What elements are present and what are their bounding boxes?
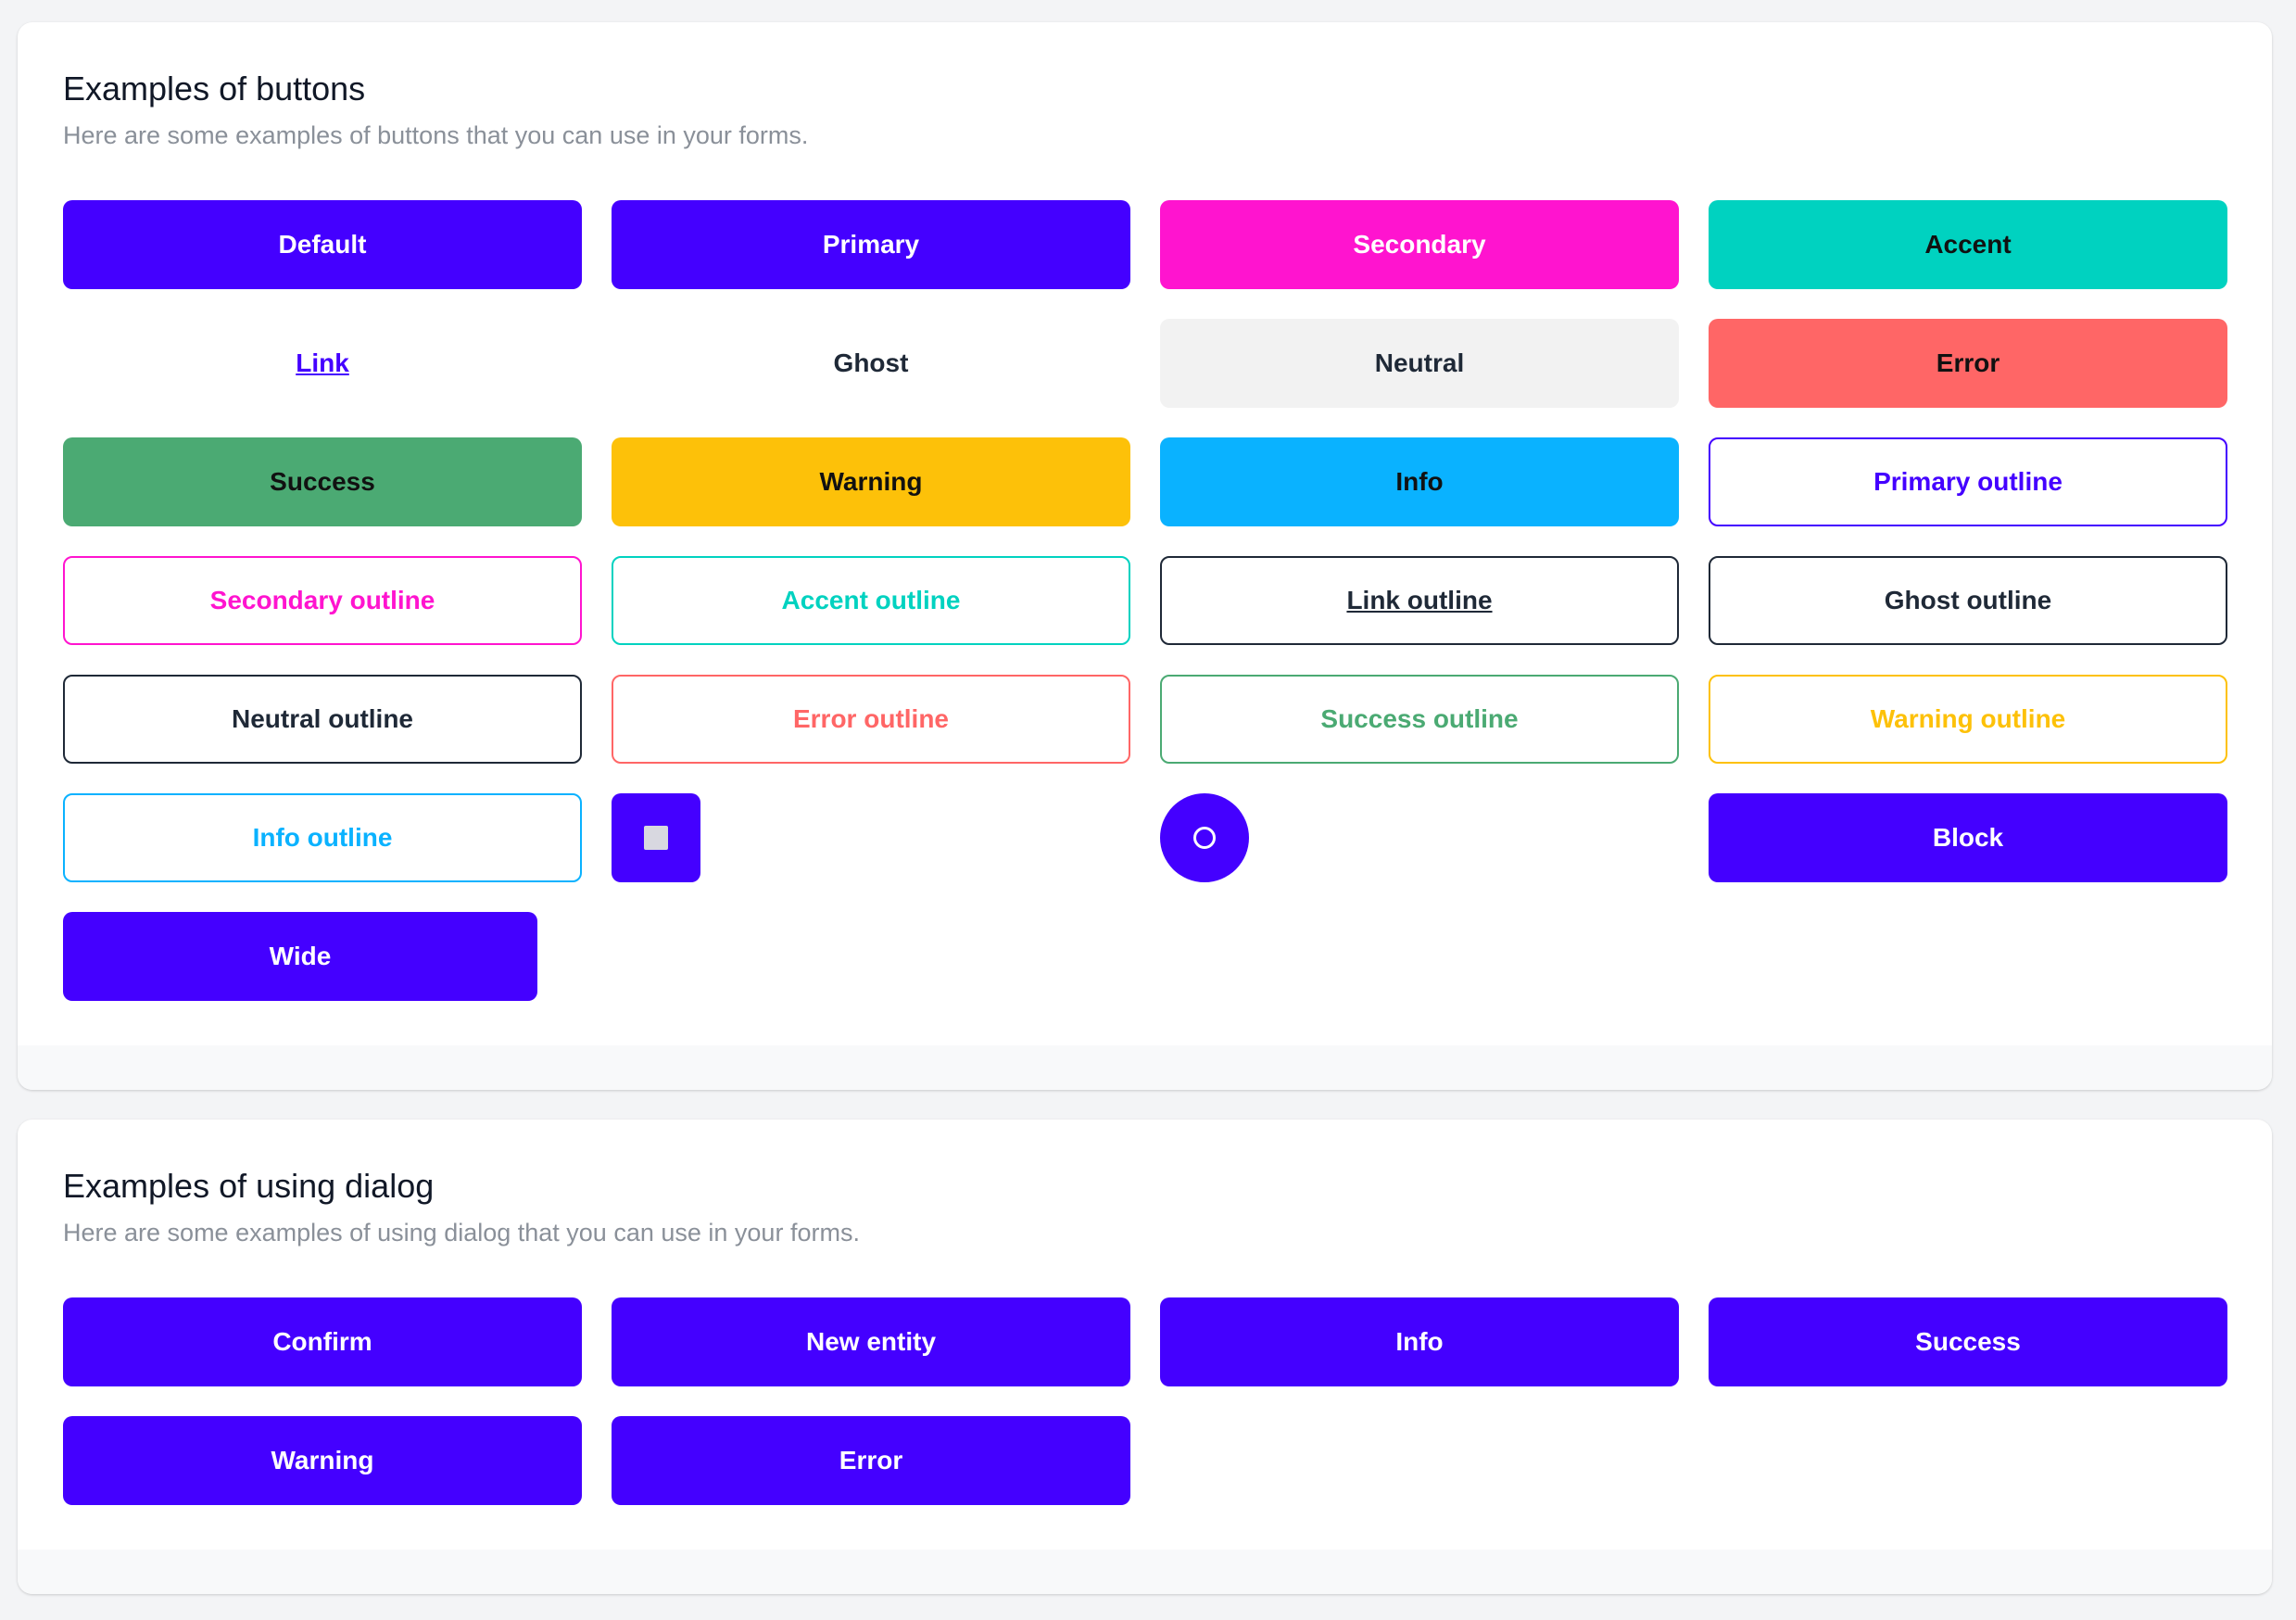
warning-outline-button[interactable]: Warning outline xyxy=(1709,675,2227,764)
ghost-outline-button[interactable]: Ghost outline xyxy=(1709,556,2227,645)
accent-button[interactable]: Accent xyxy=(1709,200,2227,289)
dialog-card-footer xyxy=(18,1550,2272,1594)
primary-button[interactable]: Primary xyxy=(612,200,1130,289)
link-outline-button[interactable]: Link outline xyxy=(1160,556,1679,645)
error-dialog-button[interactable]: Error xyxy=(612,1416,1130,1505)
default-button[interactable]: Default xyxy=(63,200,582,289)
square-icon xyxy=(644,826,668,850)
info-outline-button[interactable]: Info outline xyxy=(63,793,582,882)
buttons-card: Examples of buttons Here are some exampl… xyxy=(18,22,2272,1090)
block-button[interactable]: Block xyxy=(1709,793,2227,882)
accent-outline-button[interactable]: Accent outline xyxy=(612,556,1130,645)
warning-button[interactable]: Warning xyxy=(612,437,1130,526)
dialog-section-title: Examples of using dialog xyxy=(63,1167,435,1205)
dialog-section-subtitle: Here are some examples of using dialog t… xyxy=(63,1219,860,1247)
buttons-section-title: Examples of buttons xyxy=(63,70,366,108)
warning-dialog-button[interactable]: Warning xyxy=(63,1416,582,1505)
neutral-button[interactable]: Neutral xyxy=(1160,319,1679,408)
confirm-dialog-button[interactable]: Confirm xyxy=(63,1297,582,1386)
secondary-outline-button[interactable]: Secondary outline xyxy=(63,556,582,645)
buttons-card-footer xyxy=(18,1045,2272,1090)
error-outline-button[interactable]: Error outline xyxy=(612,675,1130,764)
primary-outline-button[interactable]: Primary outline xyxy=(1709,437,2227,526)
success-outline-button[interactable]: Success outline xyxy=(1160,675,1679,764)
circle-icon xyxy=(1193,827,1216,849)
buttons-section-subtitle: Here are some examples of buttons that y… xyxy=(63,121,809,149)
circle-button[interactable] xyxy=(1160,793,1249,882)
wide-button[interactable]: Wide xyxy=(63,912,537,1001)
new-entity-dialog-button[interactable]: New entity xyxy=(612,1297,1130,1386)
info-dialog-button[interactable]: Info xyxy=(1160,1297,1679,1386)
success-dialog-button[interactable]: Success xyxy=(1709,1297,2227,1386)
info-button[interactable]: Info xyxy=(1160,437,1679,526)
success-button[interactable]: Success xyxy=(63,437,582,526)
ghost-button[interactable]: Ghost xyxy=(612,319,1130,408)
square-button[interactable] xyxy=(612,793,700,882)
neutral-outline-button[interactable]: Neutral outline xyxy=(63,675,582,764)
link-button[interactable]: Link xyxy=(63,319,582,408)
dialog-card: Examples of using dialog Here are some e… xyxy=(18,1120,2272,1594)
error-button[interactable]: Error xyxy=(1709,319,2227,408)
secondary-button[interactable]: Secondary xyxy=(1160,200,1679,289)
